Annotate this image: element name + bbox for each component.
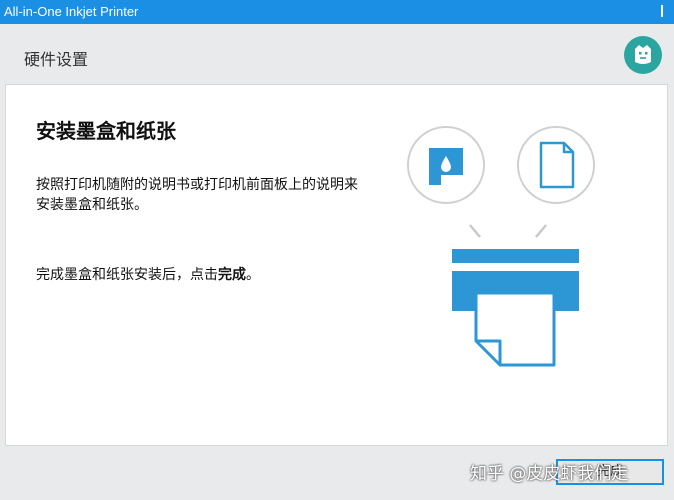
watermark: 知乎 @皮皮虾我们走 <box>470 464 629 484</box>
window-title: All-in-One Inkjet Printer <box>4 4 139 19</box>
done-keyword: 完成 <box>218 267 246 283</box>
page-header: 硬件设置 <box>0 24 674 84</box>
setup-card: 安装墨盒和纸张 按照打印机随附的说明书或打印机前面板上的说明来安装墨盒和纸张。 … <box>5 84 668 446</box>
ink-drop-icon <box>407 126 485 204</box>
printer-illustration <box>407 126 595 367</box>
page-heading: 硬件设置 <box>24 50 89 69</box>
printer-icon <box>452 249 579 367</box>
mi-logo-icon <box>624 36 662 74</box>
completion-prefix: 完成墨盒和纸张安装后，点击 <box>36 267 218 283</box>
card-title: 安装墨盒和纸张 <box>36 119 176 143</box>
completion-text: 完成墨盒和纸张安装后，点击完成。 <box>36 265 366 285</box>
completion-suffix: 。 <box>246 267 260 283</box>
title-bar: All-in-One Inkjet Printer <box>0 0 674 24</box>
instruction-text: 按照打印机随附的说明书或打印机前面板上的说明来安装墨盒和纸张。 <box>36 177 358 213</box>
window-control[interactable] <box>661 5 670 17</box>
paper-icon <box>517 126 595 204</box>
